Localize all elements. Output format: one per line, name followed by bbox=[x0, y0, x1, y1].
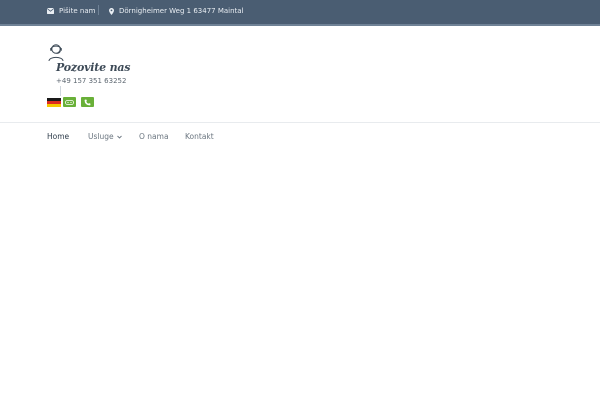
topbar-email-link[interactable]: Pišite nam bbox=[47, 5, 95, 17]
call-us-title: Pozovite nas bbox=[56, 61, 131, 74]
topbar-address-text: Dörnigheimer Weg 1 63477 Maintal bbox=[119, 7, 244, 15]
nav-o-nama[interactable]: O nama bbox=[139, 132, 169, 141]
nav-kontakt[interactable]: Kontakt bbox=[185, 132, 214, 141]
nav-home[interactable]: Home bbox=[47, 132, 69, 141]
support-person-icon bbox=[48, 44, 64, 62]
envelope-icon bbox=[47, 8, 54, 14]
chevron-down-icon bbox=[116, 135, 122, 139]
topbar-address: Dörnigheimer Weg 1 63477 Maintal bbox=[109, 5, 244, 17]
phone-number[interactable]: +49 157 351 63252 bbox=[56, 77, 126, 85]
header-divider bbox=[0, 122, 600, 123]
nav-usluge[interactable]: Usluge bbox=[88, 132, 122, 141]
whatsapp-icon[interactable] bbox=[63, 97, 76, 107]
topbar-email-label: Pišite nam bbox=[59, 7, 96, 15]
topbar-divider bbox=[98, 5, 99, 15]
map-pin-icon bbox=[109, 7, 114, 15]
header-vertical-line bbox=[60, 86, 61, 96]
top-bar: Pišite nam Dörnigheimer Weg 1 63477 Main… bbox=[0, 0, 600, 26]
german-flag-icon[interactable] bbox=[47, 98, 61, 107]
nav-usluge-label: Usluge bbox=[88, 132, 114, 141]
whatsapp-glyph bbox=[65, 99, 74, 105]
phone-icon[interactable] bbox=[81, 97, 94, 107]
phone-glyph bbox=[84, 99, 91, 105]
